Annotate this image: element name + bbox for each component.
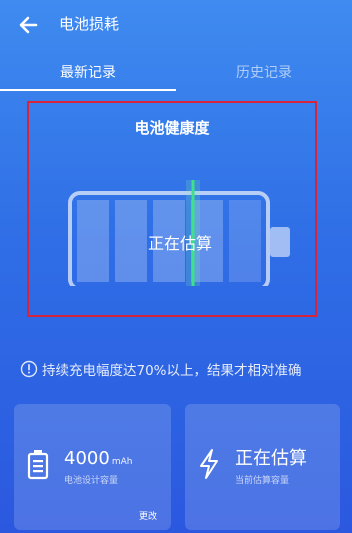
design-capacity-value: 4000 mAh <box>64 448 133 469</box>
battery-icon <box>27 450 49 480</box>
accuracy-notice: 持续充电幅度达70%以上，结果才相对准确 <box>0 360 352 382</box>
estimated-capacity-value: 正在估算 <box>235 448 307 469</box>
app-bar: 电池损耗 <box>0 0 352 50</box>
arrow-left-icon <box>19 16 38 34</box>
back-button[interactable] <box>14 10 44 40</box>
page-title: 电池损耗 <box>59 15 120 33</box>
battery-graphic <box>68 180 290 286</box>
design-capacity-card: 4000 mAh 电池设计容量 更改 <box>14 404 171 530</box>
notice-text: 持续充电幅度达70%以上，结果才相对准确 <box>42 363 302 379</box>
design-capacity-label: 电池设计容量 <box>64 476 119 486</box>
health-status-text: 正在估算 <box>147 234 212 253</box>
capacity-unit: mAh <box>111 457 133 467</box>
change-capacity-button[interactable]: 更改 <box>139 509 157 522</box>
lightning-icon <box>200 449 218 479</box>
estimated-capacity-label: 当前估算容量 <box>235 476 290 486</box>
info-circle-icon <box>20 360 38 378</box>
estimated-capacity-card: 正在估算 当前估算容量 <box>185 404 340 530</box>
